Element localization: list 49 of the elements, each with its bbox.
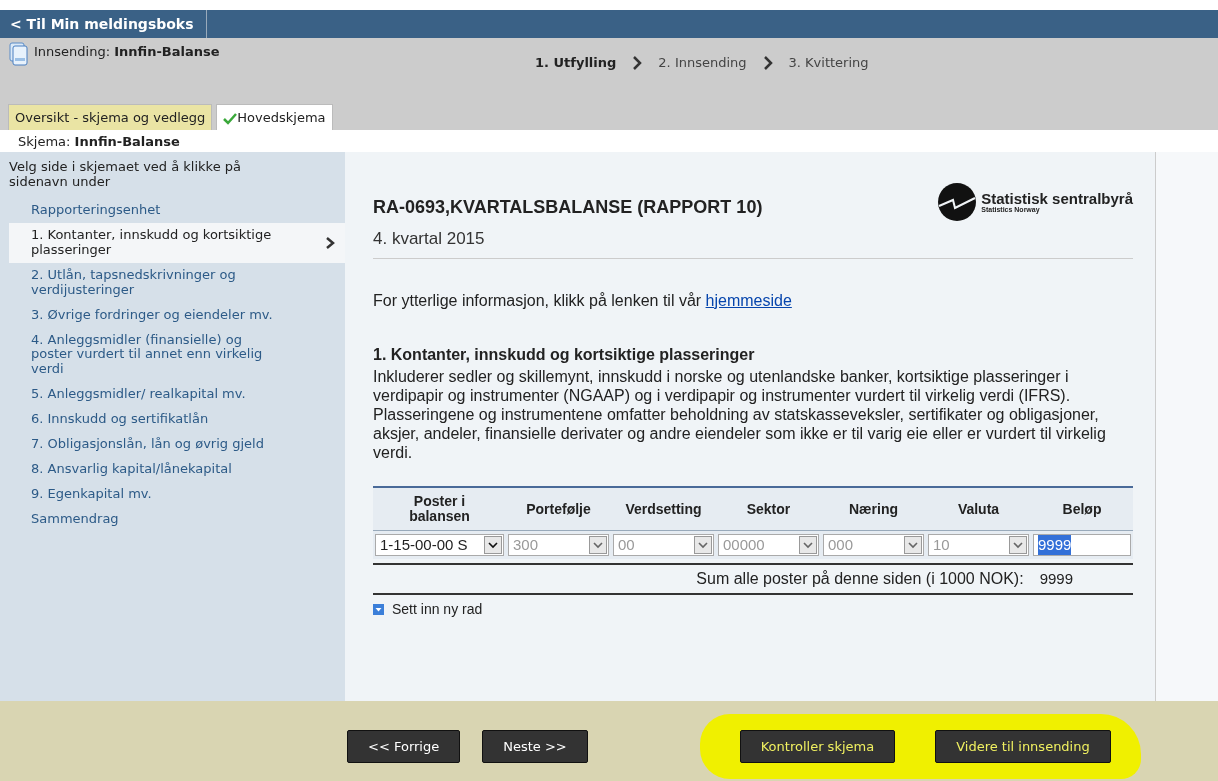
sidebar-item[interactable]: 7. Obligasjonslån, lån og øvrig gjeld <box>9 432 345 458</box>
homepage-link[interactable]: hjemmeside <box>705 291 792 309</box>
sum-label: Sum alle poster på denne siden (i 1000 NOK): <box>696 568 1024 589</box>
sidebar-item[interactable]: 9. Egenkapital mv. <box>9 482 345 507</box>
column-header: Sektor <box>716 488 821 531</box>
nav-button[interactable]: Videre til innsending <box>935 729 1111 764</box>
insert-row-link[interactable]: Sett inn ny rad <box>392 598 483 620</box>
expand-icon <box>373 603 384 615</box>
column-header: Valuta <box>926 488 1031 531</box>
column-header: Portefølje <box>506 488 611 531</box>
chevron-icon <box>762 55 773 70</box>
sidebar-item[interactable]: 6. Innskudd og sertifikatlån <box>9 407 345 433</box>
step-label: 2. Innsending <box>658 54 747 72</box>
circle-logo-icon <box>937 182 978 222</box>
dropdown-field[interactable]: 1-15-00-00 S <box>375 533 504 556</box>
form-title: RA-0693,KVARTALSBALANSE (RAPPORT 10) <box>373 195 763 219</box>
form-tab[interactable]: Hovedskjema <box>216 103 333 130</box>
chevron-icon <box>632 55 643 70</box>
logo-name: Statistisk sentralbyrå <box>981 191 1133 206</box>
nav-button[interactable]: Kontroller skjema <box>739 729 896 764</box>
checkmark-icon <box>223 111 238 125</box>
document-icon <box>8 42 30 67</box>
sidebar-item[interactable]: 8. Ansvarlig kapital/lånekapital <box>9 457 345 483</box>
sidebar-instruction: Velg side i skjemaet ved å klikke på sidenavn under <box>9 160 243 190</box>
step-label: 3. Kvittering <box>788 54 869 72</box>
nav-button[interactable]: Neste >> <box>482 729 588 764</box>
sum-value: 9999 <box>1039 568 1073 589</box>
period-text: 4. kvartal 2015 <box>373 226 1133 259</box>
sidebar-item[interactable]: 3. Øvrige fordringer og eiendeler mv. <box>9 302 345 328</box>
sidebar-item[interactable]: Rapporteringsenhet <box>9 197 345 223</box>
sidebar-item[interactable]: 1. Kontanter, innskudd og kortsiktige plasseringer <box>9 222 345 263</box>
nav-button[interactable]: << Forrige <box>347 729 461 764</box>
submission-title: Innsending: Innfin-Balanse <box>34 43 220 61</box>
sidebar-item[interactable]: 5. Anleggsmidler/ realkapital mv. <box>9 382 345 408</box>
sidebar-item[interactable]: 4. Anleggsmidler (finansielle) og poster vurdert til annet enn virkelig verdi <box>9 327 345 383</box>
amount-field[interactable]: 9999 <box>1033 533 1131 556</box>
column-header: Næring <box>821 488 926 531</box>
form-tab[interactable]: Oversikt - skjema og vedlegg <box>8 103 213 130</box>
column-header: Poster i balansen <box>373 488 506 531</box>
column-header: Beløp <box>1031 488 1133 531</box>
sidebar-item[interactable]: 2. Utlån, tapsnedskrivninger og verdijusteringer <box>9 262 345 303</box>
step-label: 1. Utfylling <box>535 54 617 72</box>
sidebar-item[interactable]: Sammendrag <box>9 507 345 532</box>
column-header: Verdsetting <box>611 488 716 531</box>
info-text: For ytterlige informasjon, klikk på lenken til vår hjemmeside <box>373 290 793 311</box>
section-title: 1. Kontanter, innskudd og kortsiktige plasseringer <box>373 344 756 365</box>
section-description: Inkluderer sedler og skillemynt, innskudd i norske og utenlandske banker, kortsiktige plasseringer i verdipapir og instrumenter (NGAAP) og i verdipapir og instrumenter vurdert til virkelig verdi (IFRS). Plasseringene og instrumentene omfatter beholdning av statskasseveksler, sertifikater og obligasjoner, aksjer, andeler, finansielle derivater og andre eiendeler som ikke er til varig eie eller er vurdert til virkelig verdi. <box>373 366 1107 463</box>
form-name: Skjema: Innfin-Balanse <box>18 134 180 149</box>
chevron-icon <box>325 236 335 249</box>
